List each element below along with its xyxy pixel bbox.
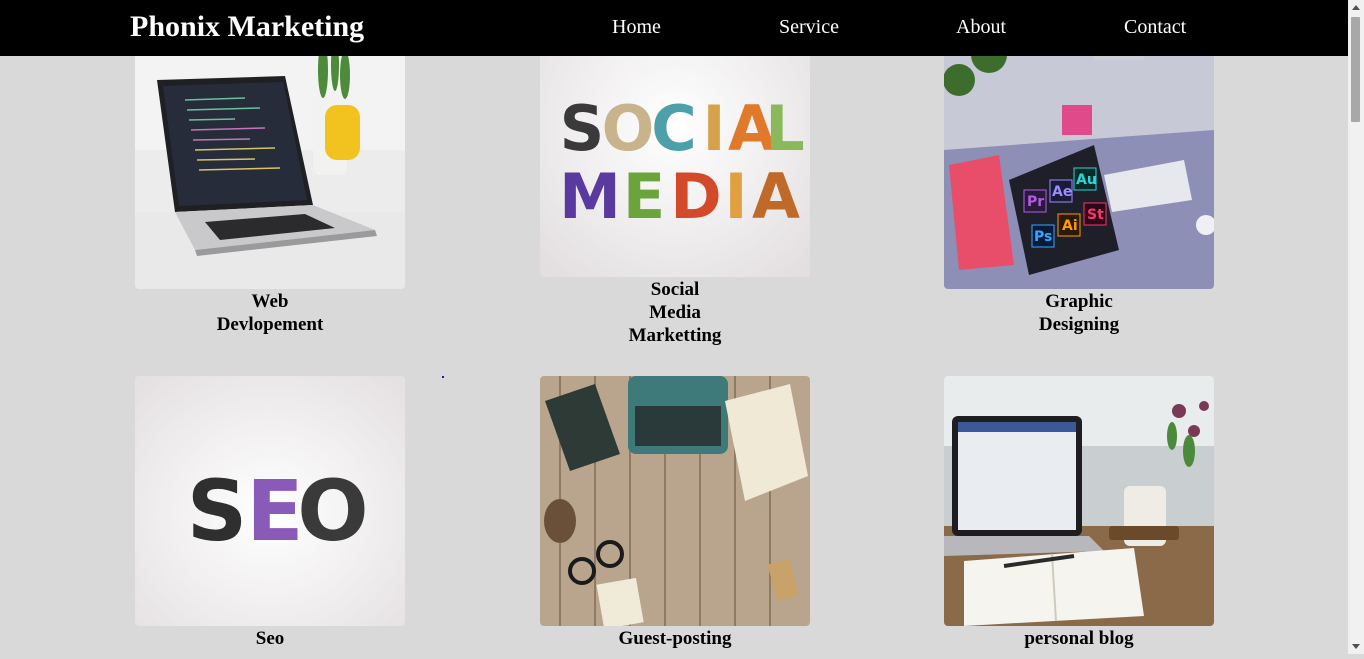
nav-home[interactable]: Home xyxy=(612,15,661,39)
seo-letters-image: S E O xyxy=(135,376,405,626)
svg-text:Ae: Ae xyxy=(1052,184,1072,200)
svg-text:S: S xyxy=(560,92,605,165)
svg-text:I: I xyxy=(724,160,747,233)
laptop-notebook-image xyxy=(944,376,1214,626)
brand-logo[interactable]: Phonix Marketing xyxy=(130,9,364,45)
vertical-scrollbar[interactable] xyxy=(1348,0,1364,654)
svg-text:C: C xyxy=(651,92,697,165)
nav-contact[interactable]: Contact xyxy=(1124,15,1186,39)
svg-text:I: I xyxy=(702,92,725,165)
svg-text:Au: Au xyxy=(1076,172,1097,188)
service-title: Graphic Designing xyxy=(1038,291,1120,335)
typewriter-desk-image xyxy=(540,376,810,626)
service-title: Social Media Marketting xyxy=(628,279,722,346)
svg-text:E: E xyxy=(623,160,665,233)
nav-about[interactable]: About xyxy=(956,15,1006,39)
svg-text:S: S xyxy=(187,462,248,560)
svg-text:L: L xyxy=(765,92,805,165)
service-title: Web Devlopement xyxy=(216,291,324,335)
scroll-up-arrow-icon[interactable] xyxy=(1348,0,1364,16)
scrollbar-thumb[interactable] xyxy=(1351,17,1360,122)
svg-text:D: D xyxy=(670,160,721,233)
svg-text:O: O xyxy=(602,92,655,165)
svg-text:E: E xyxy=(246,462,303,560)
svg-text:O: O xyxy=(297,462,368,560)
svg-text:Ps: Ps xyxy=(1034,229,1052,245)
navbar: Phonix Marketing Home Service About Cont… xyxy=(0,0,1348,56)
nav-service[interactable]: Service xyxy=(779,15,839,39)
service-title: Seo xyxy=(255,628,285,649)
svg-text:St: St xyxy=(1087,207,1104,223)
svg-text:Ai: Ai xyxy=(1062,218,1078,234)
service-title: personal blog xyxy=(1024,628,1134,649)
svg-text:M: M xyxy=(559,160,621,233)
svg-text:Pr: Pr xyxy=(1027,194,1044,210)
svg-text:A: A xyxy=(752,160,800,233)
service-title: Guest-posting xyxy=(618,628,732,649)
scroll-down-arrow-icon[interactable] xyxy=(1348,638,1364,654)
stray-dot xyxy=(442,376,444,378)
